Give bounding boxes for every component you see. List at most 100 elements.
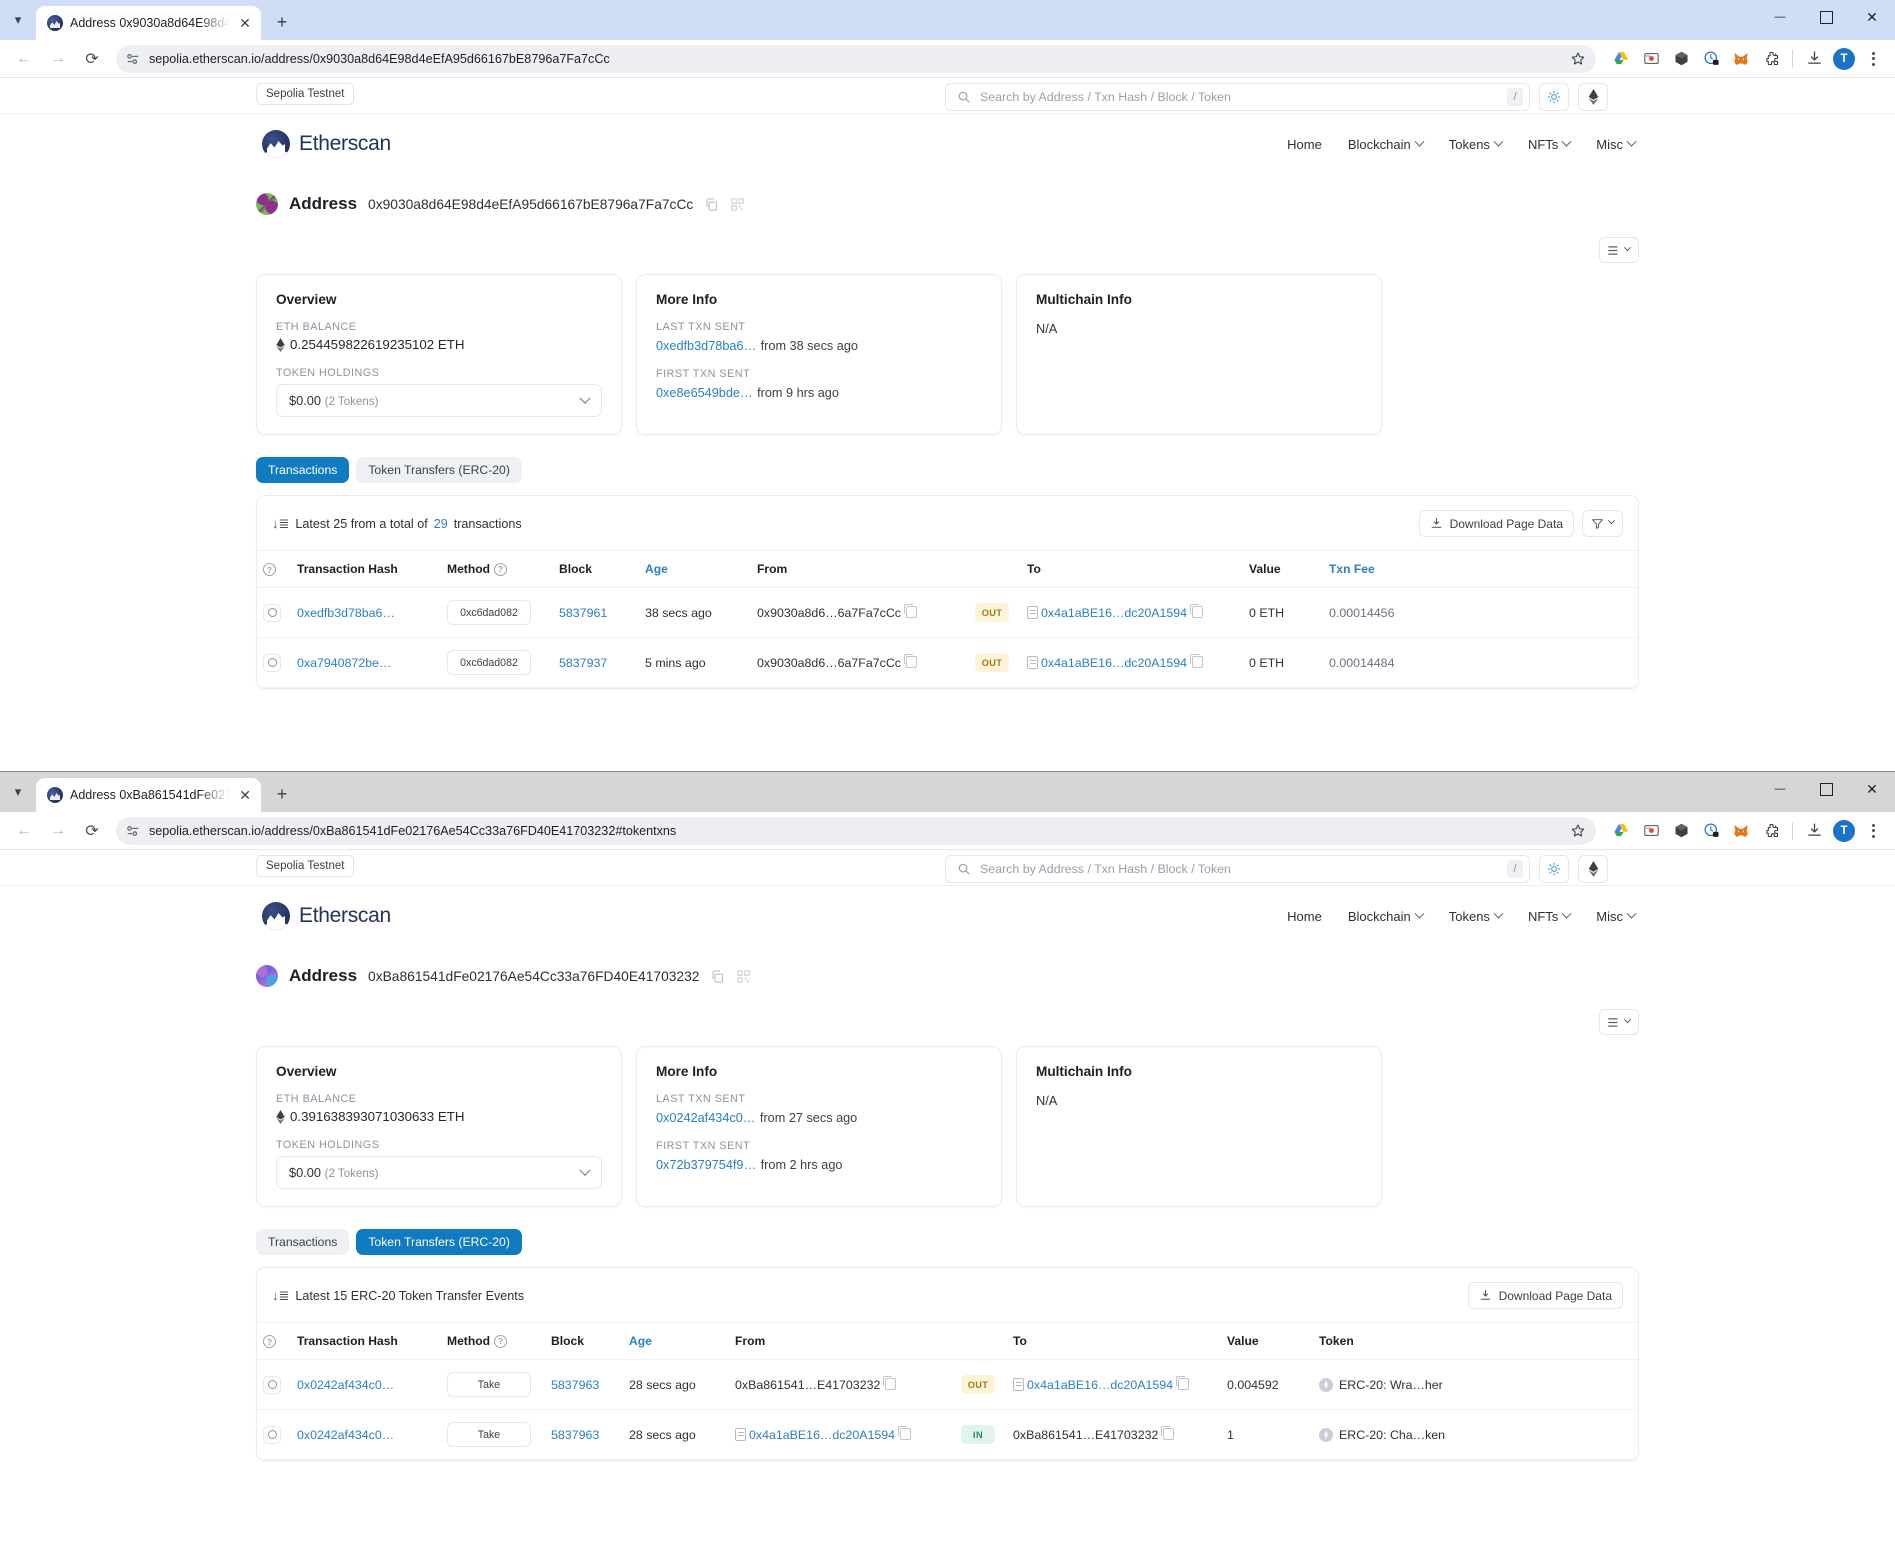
nav-item-blockchain[interactable]: Blockchain — [1348, 136, 1425, 152]
nav-item-nfts[interactable]: NFTs — [1528, 136, 1572, 152]
new-tab-button[interactable]: + — [267, 7, 297, 37]
sort-icon[interactable]: ↓≣ — [272, 1288, 289, 1304]
tab-close-icon[interactable]: ✕ — [237, 14, 253, 32]
profile-avatar[interactable]: T — [1830, 45, 1858, 73]
etherscan-logo[interactable]: Etherscan — [262, 902, 391, 930]
tab-token-transfers[interactable]: Token Transfers (ERC-20) — [356, 457, 522, 483]
drive-icon[interactable] — [1607, 817, 1635, 845]
forward-icon[interactable]: → — [43, 44, 73, 74]
network-pill[interactable]: Sepolia Testnet — [256, 855, 355, 877]
eye-icon[interactable] — [263, 1425, 281, 1444]
copy-icon[interactable] — [883, 1375, 897, 1390]
eth-price-button[interactable] — [1578, 855, 1608, 883]
downloads-icon[interactable] — [1800, 45, 1828, 73]
drive-icon[interactable] — [1607, 45, 1635, 73]
copy-icon[interactable] — [903, 653, 917, 668]
qr-code-icon[interactable] — [730, 197, 745, 212]
browser-tab[interactable]: Address 0xBa861541dFe02176A ✕ — [36, 778, 261, 812]
block-link[interactable]: 5837937 — [559, 656, 607, 670]
to-address-link[interactable]: 0x4a1aBE16…dc20A1594 — [1027, 1378, 1173, 1392]
help-icon[interactable]: ? — [263, 563, 276, 577]
copy-icon[interactable] — [903, 603, 917, 618]
nav-item-nfts[interactable]: NFTs — [1528, 908, 1572, 924]
filter-button[interactable] — [1582, 510, 1623, 537]
reload-icon[interactable]: ⟳ — [77, 44, 107, 74]
copy-icon[interactable] — [710, 969, 725, 984]
help-icon[interactable]: ? — [494, 562, 507, 576]
transaction-hash-link[interactable]: 0xa7940872be… — [297, 656, 391, 670]
col-txn-fee[interactable]: Txn Fee — [1323, 549, 1638, 589]
search-input[interactable]: Search by Address / Txn Hash / Block / T… — [945, 83, 1530, 111]
transaction-hash-link[interactable]: 0x0242af434c0… — [297, 1378, 394, 1392]
cube-icon[interactable] — [1667, 45, 1695, 73]
screenshot-icon[interactable] — [1637, 45, 1665, 73]
close-window-button[interactable] — [1849, 772, 1895, 806]
table-row[interactable]: 0xedfb3d78ba6… 0xc6dad082 5837961 38 sec… — [257, 587, 1638, 639]
nav-item-blockchain[interactable]: Blockchain — [1348, 908, 1425, 924]
theme-toggle-button[interactable] — [1539, 83, 1569, 111]
download-page-data-button[interactable]: Download Page Data — [1467, 1282, 1623, 1309]
token-name[interactable]: ERC-20: Wra…her — [1339, 1378, 1443, 1392]
bookmark-star-icon[interactable] — [1570, 823, 1586, 839]
to-address-link[interactable]: 0x4a1aBE16…dc20A1594 — [1041, 656, 1187, 670]
copy-icon[interactable] — [1190, 653, 1204, 668]
nav-item-home[interactable]: Home — [1287, 137, 1322, 152]
token-holdings-dropdown[interactable]: $0.00 (2 Tokens) — [276, 384, 602, 417]
back-icon[interactable]: ← — [9, 816, 39, 846]
method-badge[interactable]: 0xc6dad082 — [447, 600, 531, 626]
nav-item-misc[interactable]: Misc — [1596, 136, 1637, 152]
last-txn-hash-link[interactable]: 0xedfb3d78ba6… — [656, 339, 756, 353]
nav-item-tokens[interactable]: Tokens — [1449, 908, 1504, 924]
address-bar[interactable]: sepolia.etherscan.io/address/0x9030a8d64… — [116, 44, 1596, 73]
downloads-icon[interactable] — [1800, 817, 1828, 845]
block-link[interactable]: 5837963 — [551, 1428, 599, 1442]
copy-icon[interactable] — [704, 197, 719, 212]
browser-tab[interactable]: Address 0x9030a8d64E98d4eEf ✕ — [36, 6, 261, 40]
sort-icon[interactable]: ↓≣ — [272, 516, 289, 532]
profile-avatar[interactable]: T — [1830, 817, 1858, 845]
nav-item-tokens[interactable]: Tokens — [1449, 136, 1504, 152]
copy-icon[interactable] — [1176, 1375, 1190, 1390]
search-input[interactable]: Search by Address / Txn Hash / Block / T… — [945, 855, 1530, 883]
metamask-fox-icon[interactable] — [1727, 817, 1755, 845]
copy-icon[interactable] — [1161, 1425, 1175, 1440]
qr-code-icon[interactable] — [736, 969, 751, 984]
minimize-button[interactable] — [1757, 772, 1803, 806]
tab-transactions[interactable]: Transactions — [256, 1229, 350, 1255]
shield-clock-icon[interactable] — [1697, 45, 1725, 73]
table-row[interactable]: 0x0242af434c0… Take 5837963 28 secs ago … — [257, 1359, 1638, 1411]
method-badge[interactable]: Take — [447, 1372, 531, 1398]
tab-transactions[interactable]: Transactions — [256, 457, 350, 483]
list-view-toggle[interactable] — [1599, 1009, 1639, 1035]
address-bar[interactable]: sepolia.etherscan.io/address/0xBa861541d… — [116, 816, 1596, 845]
tab-token-transfers[interactable]: Token Transfers (ERC-20) — [356, 1229, 522, 1255]
eye-icon[interactable] — [263, 1375, 281, 1394]
back-icon[interactable]: ← — [9, 44, 39, 74]
help-icon[interactable]: ? — [494, 1334, 507, 1348]
chrome-menu-icon[interactable] — [1860, 45, 1886, 73]
maximize-button[interactable] — [1803, 0, 1849, 34]
table-row[interactable]: 0xa7940872be… 0xc6dad082 5837937 5 mins … — [257, 637, 1638, 689]
list-view-toggle[interactable] — [1599, 237, 1639, 263]
token-name[interactable]: ERC-20: Cha…ken — [1339, 1428, 1445, 1442]
copy-icon[interactable] — [1190, 603, 1204, 618]
screenshot-icon[interactable] — [1637, 817, 1665, 845]
extensions-puzzle-icon[interactable] — [1757, 45, 1785, 73]
network-pill[interactable]: Sepolia Testnet — [256, 83, 355, 105]
col-age[interactable]: Age — [623, 1321, 729, 1361]
cube-icon[interactable] — [1667, 817, 1695, 845]
metamask-fox-icon[interactable] — [1727, 45, 1755, 73]
tab-close-icon[interactable]: ✕ — [237, 786, 253, 804]
extensions-puzzle-icon[interactable] — [1757, 817, 1785, 845]
eye-icon[interactable] — [263, 603, 281, 622]
method-badge[interactable]: Take — [447, 1422, 531, 1448]
copy-icon[interactable] — [898, 1425, 912, 1440]
new-tab-button[interactable]: + — [267, 779, 297, 809]
minimize-button[interactable] — [1757, 0, 1803, 34]
bookmark-star-icon[interactable] — [1570, 51, 1586, 67]
col-age[interactable]: Age — [639, 549, 751, 589]
summary-count[interactable]: 29 — [434, 517, 448, 531]
nav-item-misc[interactable]: Misc — [1596, 908, 1637, 924]
from-address-link[interactable]: 0x4a1aBE16…dc20A1594 — [749, 1428, 895, 1442]
help-icon[interactable]: ? — [263, 1335, 276, 1349]
